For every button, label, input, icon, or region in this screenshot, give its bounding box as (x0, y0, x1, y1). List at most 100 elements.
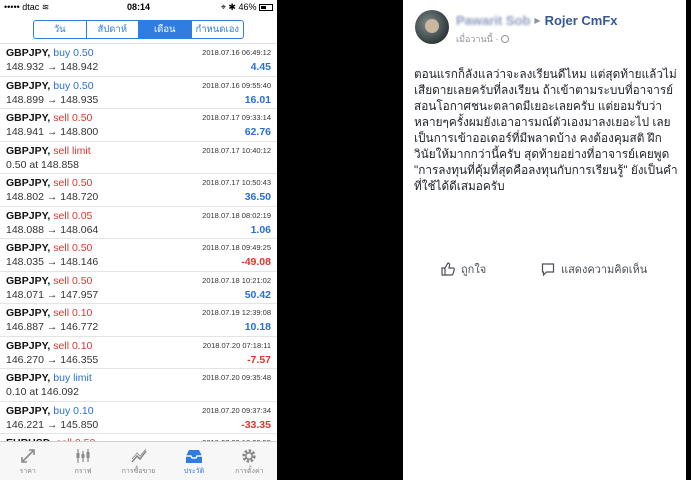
chart-icon (55, 447, 110, 465)
trade-symbol: GBPJPY, buy 0.10 (6, 404, 94, 417)
trade-row[interactable]: GBPJPY, sell 0.50 2018.07.17 10:50:43 148.… (0, 174, 277, 207)
tab-label: ราคา (19, 468, 36, 475)
trade-symbol: GBPJPY, buy 0.50 (6, 47, 94, 59)
trade-symbol: GBPJPY, sell 0.05 (6, 209, 93, 222)
trade-action: buy 0.50 (53, 79, 94, 92)
arrow-right-icon: ▶ (534, 16, 541, 25)
trade-symbol: GBPJPY, buy limit (6, 372, 92, 384)
trade-prices: 148.899 → 148.935 (6, 93, 99, 106)
trade-row[interactable]: GBPJPY, sell 0.05 2018.07.18 08:02:19 148.… (0, 207, 277, 239)
avatar[interactable] (415, 10, 449, 44)
period-tab[interactable]: เดือน (138, 21, 191, 38)
trade-symbol: GBPJPY, sell 0.50 (6, 112, 93, 124)
post-header: Pawarit Sob ▶ Rojer CmFx (456, 13, 618, 28)
trade-row[interactable]: GBPJPY, buy limit 2018.07.20 09:35:48 0.10… (0, 369, 277, 402)
trade-time: 2018.07.20 09:35:48 (202, 373, 271, 382)
trade-time: 2018.07.17 10:40:12 (202, 145, 271, 155)
trade-icon (111, 447, 166, 465)
trade-prices: 148.932 → 148.942 (6, 61, 99, 73)
tab-trade[interactable]: การซื้อขาย (111, 442, 166, 480)
trade-row[interactable]: GBPJPY, buy 0.50 2018.07.16 06:49:12 148.9… (0, 44, 277, 77)
trade-symbol: GBPJPY, sell 0.50 (6, 242, 93, 254)
trade-row[interactable]: GBPJPY, buy 0.10 2018.07.20 09:37:34 146.2… (0, 402, 277, 434)
thumbs-up-icon (441, 262, 455, 276)
trade-prices: 146.270 → 146.355 (6, 353, 99, 366)
trade-time: 2018.07.16 09:55:40 (202, 80, 271, 90)
tab-quotes[interactable]: ราคา (0, 442, 55, 480)
period-selector: วัน สัปดาห์ เดือน กำหนดเอง (33, 20, 244, 39)
trade-history-list: GBPJPY, buy 0.50 2018.07.16 06:49:12 148.9… (0, 43, 277, 441)
trade-row[interactable]: EURUSD, sell 0.502018.07.23 18:30:55 (0, 434, 277, 441)
trade-profit: 10.18 (244, 321, 271, 333)
trade-row[interactable]: GBPJPY, sell 0.10 2018.07.20 07:18:11 146.… (0, 337, 277, 369)
trade-action: sell 0.50 (53, 242, 93, 254)
post-timestamp[interactable]: เมื่อวานนี้ · (456, 34, 498, 44)
trade-symbol: GBPJPY, sell 0.50 (6, 274, 93, 287)
trade-row[interactable]: GBPJPY, sell limit 2018.07.17 10:40:12 0.5… (0, 142, 277, 174)
trade-row[interactable]: GBPJPY, sell 0.50 2018.07.18 09:49:25 148.… (0, 239, 277, 272)
tab-chart[interactable]: กราฟ (55, 442, 110, 480)
trade-time: 2018.07.20 07:18:11 (202, 340, 271, 350)
trade-prices: 146.221 → 145.850 (6, 418, 99, 431)
settings-icon (222, 447, 277, 465)
comment-label: แสดงความคิดเห็น (561, 264, 648, 276)
trade-time: 2018.07.17 09:33:14 (202, 113, 271, 122)
trade-prices: 148.941 → 148.800 (6, 126, 99, 138)
trade-prices: 146.887 → 146.772 (6, 321, 99, 333)
trade-time: 2018.07.20 09:37:34 (202, 405, 271, 415)
trade-profit: -49.08 (241, 256, 271, 268)
trade-action: sell limit (53, 144, 91, 157)
trade-action: buy limit (53, 372, 92, 384)
trade-time: 2018.07.18 09:49:25 (202, 243, 271, 252)
post-text: ตอนแรกก็ลังแลว่าจะลงเรียนดีไหม แต่สุดท้า… (414, 67, 678, 193)
trade-profit: 50.42 (244, 288, 271, 301)
trade-profit: 4.45 (250, 61, 271, 73)
history-icon (166, 447, 221, 465)
target-page-name[interactable]: Rojer CmFx (545, 13, 618, 28)
trade-action: sell 0.50 (53, 112, 93, 124)
battery-status: ⌖ ✱ 46% (221, 2, 273, 13)
quotes-icon (0, 447, 55, 465)
like-button[interactable]: ถูกใจ (441, 260, 486, 278)
period-tab[interactable]: สัปดาห์ (85, 21, 139, 38)
trade-action: sell 0.50 (53, 274, 93, 287)
globe-icon (501, 35, 510, 43)
period-tab[interactable]: กำหนดเอง (190, 21, 244, 38)
trade-symbol: GBPJPY, buy 0.50 (6, 79, 94, 92)
trade-action: buy 0.50 (53, 47, 94, 59)
period-tab[interactable]: วัน (34, 21, 86, 38)
facebook-post: Pawarit Sob ▶ Rojer CmFx เมื่อวานนี้ · ตอน… (403, 0, 686, 480)
trade-prices: 148.088 → 148.064 (6, 223, 99, 236)
tab-settings[interactable]: การตั้งค่า (222, 442, 277, 480)
trade-profit: -7.57 (247, 353, 271, 366)
trade-time: 2018.07.17 10:50:43 (202, 178, 271, 187)
bottom-tab-bar: ราคา กราฟ การซื้อขาย ประวัติ การตั้งค่า (0, 441, 277, 480)
trade-prices: 148.802 → 148.720 (6, 191, 99, 203)
trade-action: sell 0.05 (53, 209, 93, 222)
trade-row[interactable]: GBPJPY, sell 0.50 2018.07.18 10:21:02 148.… (0, 272, 277, 304)
trade-row[interactable]: GBPJPY, buy 0.50 2018.07.16 09:55:40 148.8… (0, 77, 277, 109)
tab-history[interactable]: ประวัติ (166, 442, 221, 480)
trade-prices: 148.071 → 147.957 (6, 288, 99, 301)
trade-time: 2018.07.18 08:02:19 (202, 210, 271, 220)
trade-row[interactable]: GBPJPY, sell 0.10 2018.07.19 12:39:08 146.… (0, 304, 277, 337)
author-name[interactable]: Pawarit Sob (456, 13, 530, 28)
post-actions: ถูกใจ แสดงความคิดเห็น (403, 260, 686, 282)
trade-profit: -33.35 (241, 418, 271, 431)
post-meta: เมื่อวานนี้ · (456, 32, 510, 46)
trade-row[interactable]: GBPJPY, sell 0.50 2018.07.17 09:33:14 148.… (0, 109, 277, 142)
trade-symbol: GBPJPY, sell 0.10 (6, 339, 93, 352)
trade-symbol: GBPJPY, sell 0.10 (6, 307, 93, 319)
comment-button[interactable]: แสดงความคิดเห็น (541, 260, 647, 278)
trade-time: 2018.07.19 12:39:08 (202, 308, 271, 317)
trade-time: 2018.07.16 06:49:12 (202, 48, 271, 57)
trade-prices: 148.035 → 148.146 (6, 256, 99, 268)
trade-action: buy 0.10 (53, 404, 94, 417)
trade-action: sell 0.10 (53, 307, 93, 319)
mt4-phone-screenshot: ••••• dtac ≋ 08:14 ⌖ ✱ 46% วัน สัปดาห์ เดื… (0, 0, 277, 480)
trade-profit: 1.06 (250, 223, 271, 236)
tab-label: กราฟ (74, 468, 92, 475)
trade-action: sell 0.10 (53, 339, 93, 352)
tab-label: การซื้อขาย (121, 468, 156, 475)
battery-icon (259, 4, 273, 11)
